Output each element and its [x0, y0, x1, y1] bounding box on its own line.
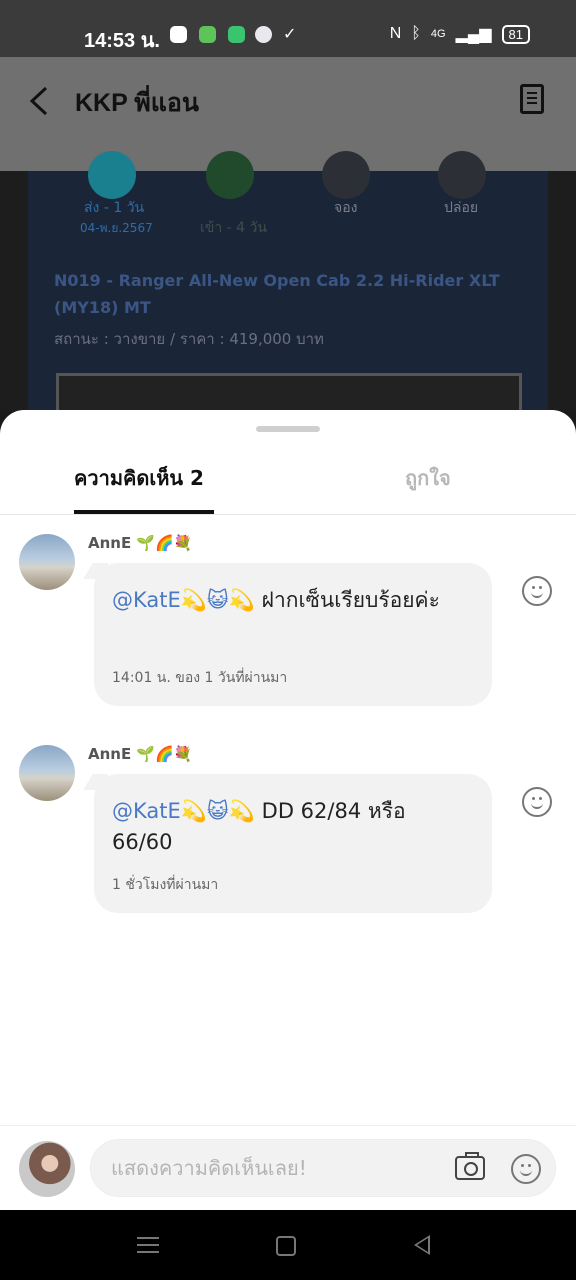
status-time: 14:53 น. — [84, 30, 160, 52]
tab-comments[interactable]: ความคิดเห็น 2 — [74, 462, 204, 494]
comment-author[interactable]: AnnE 🌱🌈💐 — [88, 534, 192, 552]
check-icon: ✓ — [283, 24, 297, 43]
step-release-icon — [438, 151, 486, 199]
menu-icon[interactable] — [137, 1235, 159, 1255]
comment-text: @KatE💫😺💫 ฝากเซ็นเรียบร้อยค่ะ — [112, 585, 472, 616]
drag-handle[interactable] — [256, 426, 320, 432]
background-content: ส่ง - 1 วัน 04-พ.ย.2567 เข้า - 4 วัน จอง… — [0, 151, 576, 411]
comments-sheet: ความคิดเห็น 2 ถูกใจ AnnE 🌱🌈💐 @KatE💫😺💫 ฝา… — [0, 410, 576, 1210]
comment-body: ฝากเซ็นเรียบร้อยค่ะ — [254, 588, 440, 612]
line-app-icon — [170, 26, 187, 43]
status-right: N ᛒ 4G ▂▄▆ 81 — [390, 24, 530, 44]
comment-bubble: @KatE💫😺💫 DD 62/84 หรือ 66/60 1 ชั่วโมงที… — [94, 774, 492, 913]
avatar[interactable] — [19, 745, 75, 801]
mention-link[interactable]: @KatE💫😺💫 — [112, 799, 255, 823]
step-send-label: ส่ง - 1 วัน — [84, 200, 145, 216]
step-release-label: ปล่อย — [444, 200, 479, 216]
smiley-icon[interactable] — [522, 576, 552, 606]
comment-bubble: @KatE💫😺💫 ฝากเซ็นเรียบร้อยค่ะ 14:01 น. ขอ… — [94, 563, 492, 706]
mention-link[interactable]: @KatE💫😺💫 — [112, 588, 255, 612]
nav-back-icon[interactable] — [414, 1235, 430, 1255]
step-send-icon — [88, 151, 136, 199]
battery-indicator: 81 — [501, 24, 530, 44]
comment-input-bar — [0, 1125, 576, 1211]
status-bar: 14:53 น. ✓ N ᛒ 4G ▂▄▆ 81 — [0, 0, 576, 57]
car-card: ส่ง - 1 วัน 04-พ.ย.2567 เข้า - 4 วัน จอง… — [28, 151, 548, 411]
document-icon[interactable] — [520, 84, 544, 114]
avatar[interactable] — [19, 534, 75, 590]
comment-text: @KatE💫😺💫 DD 62/84 หรือ 66/60 — [112, 796, 472, 858]
smiley-icon[interactable] — [522, 787, 552, 817]
my-avatar — [19, 1141, 75, 1197]
tab-likes[interactable]: ถูกใจ — [405, 462, 451, 494]
comment-time: 1 ชั่วโมงที่ผ่านมา — [112, 877, 219, 893]
comment-input[interactable] — [109, 1152, 443, 1184]
comment-time: 14:01 น. ของ 1 วันที่ผ่านมา — [112, 670, 288, 686]
comment-author[interactable]: AnnE 🌱🌈💐 — [88, 745, 192, 763]
smiley-icon[interactable] — [511, 1154, 541, 1184]
home-icon[interactable] — [276, 1236, 296, 1256]
system-nav-bar — [0, 1210, 576, 1280]
step-in-icon — [206, 151, 254, 199]
back-icon[interactable] — [26, 85, 52, 117]
car-title: N019 - Ranger All-New Open Cab 2.2 Hi-Ri… — [54, 271, 500, 317]
bluetooth-icon: ᛒ — [411, 25, 421, 42]
nfc-icon: N — [389, 25, 402, 42]
shield-app-icon — [228, 26, 245, 43]
notification-app-icon — [255, 26, 272, 43]
step-book-label: จอง — [334, 200, 358, 216]
network-label: 4G — [430, 28, 446, 40]
divider — [0, 514, 576, 515]
step-in-label: เข้า - 4 วัน — [200, 220, 267, 236]
comment-input-container[interactable] — [90, 1139, 556, 1197]
page-title: KKP พี่แอน — [75, 89, 199, 117]
step-send-date: 04-พ.ย.2567 — [80, 221, 153, 235]
messages-app-icon — [199, 26, 216, 43]
signal-icon: ▂▄▆ — [455, 26, 492, 43]
car-status: สถานะ : วางขาย / ราคา : 419,000 บาท — [54, 330, 324, 348]
step-book-icon — [322, 151, 370, 199]
camera-icon[interactable] — [455, 1152, 485, 1180]
app-header: KKP พี่แอน — [0, 57, 576, 171]
car-image — [56, 373, 522, 411]
